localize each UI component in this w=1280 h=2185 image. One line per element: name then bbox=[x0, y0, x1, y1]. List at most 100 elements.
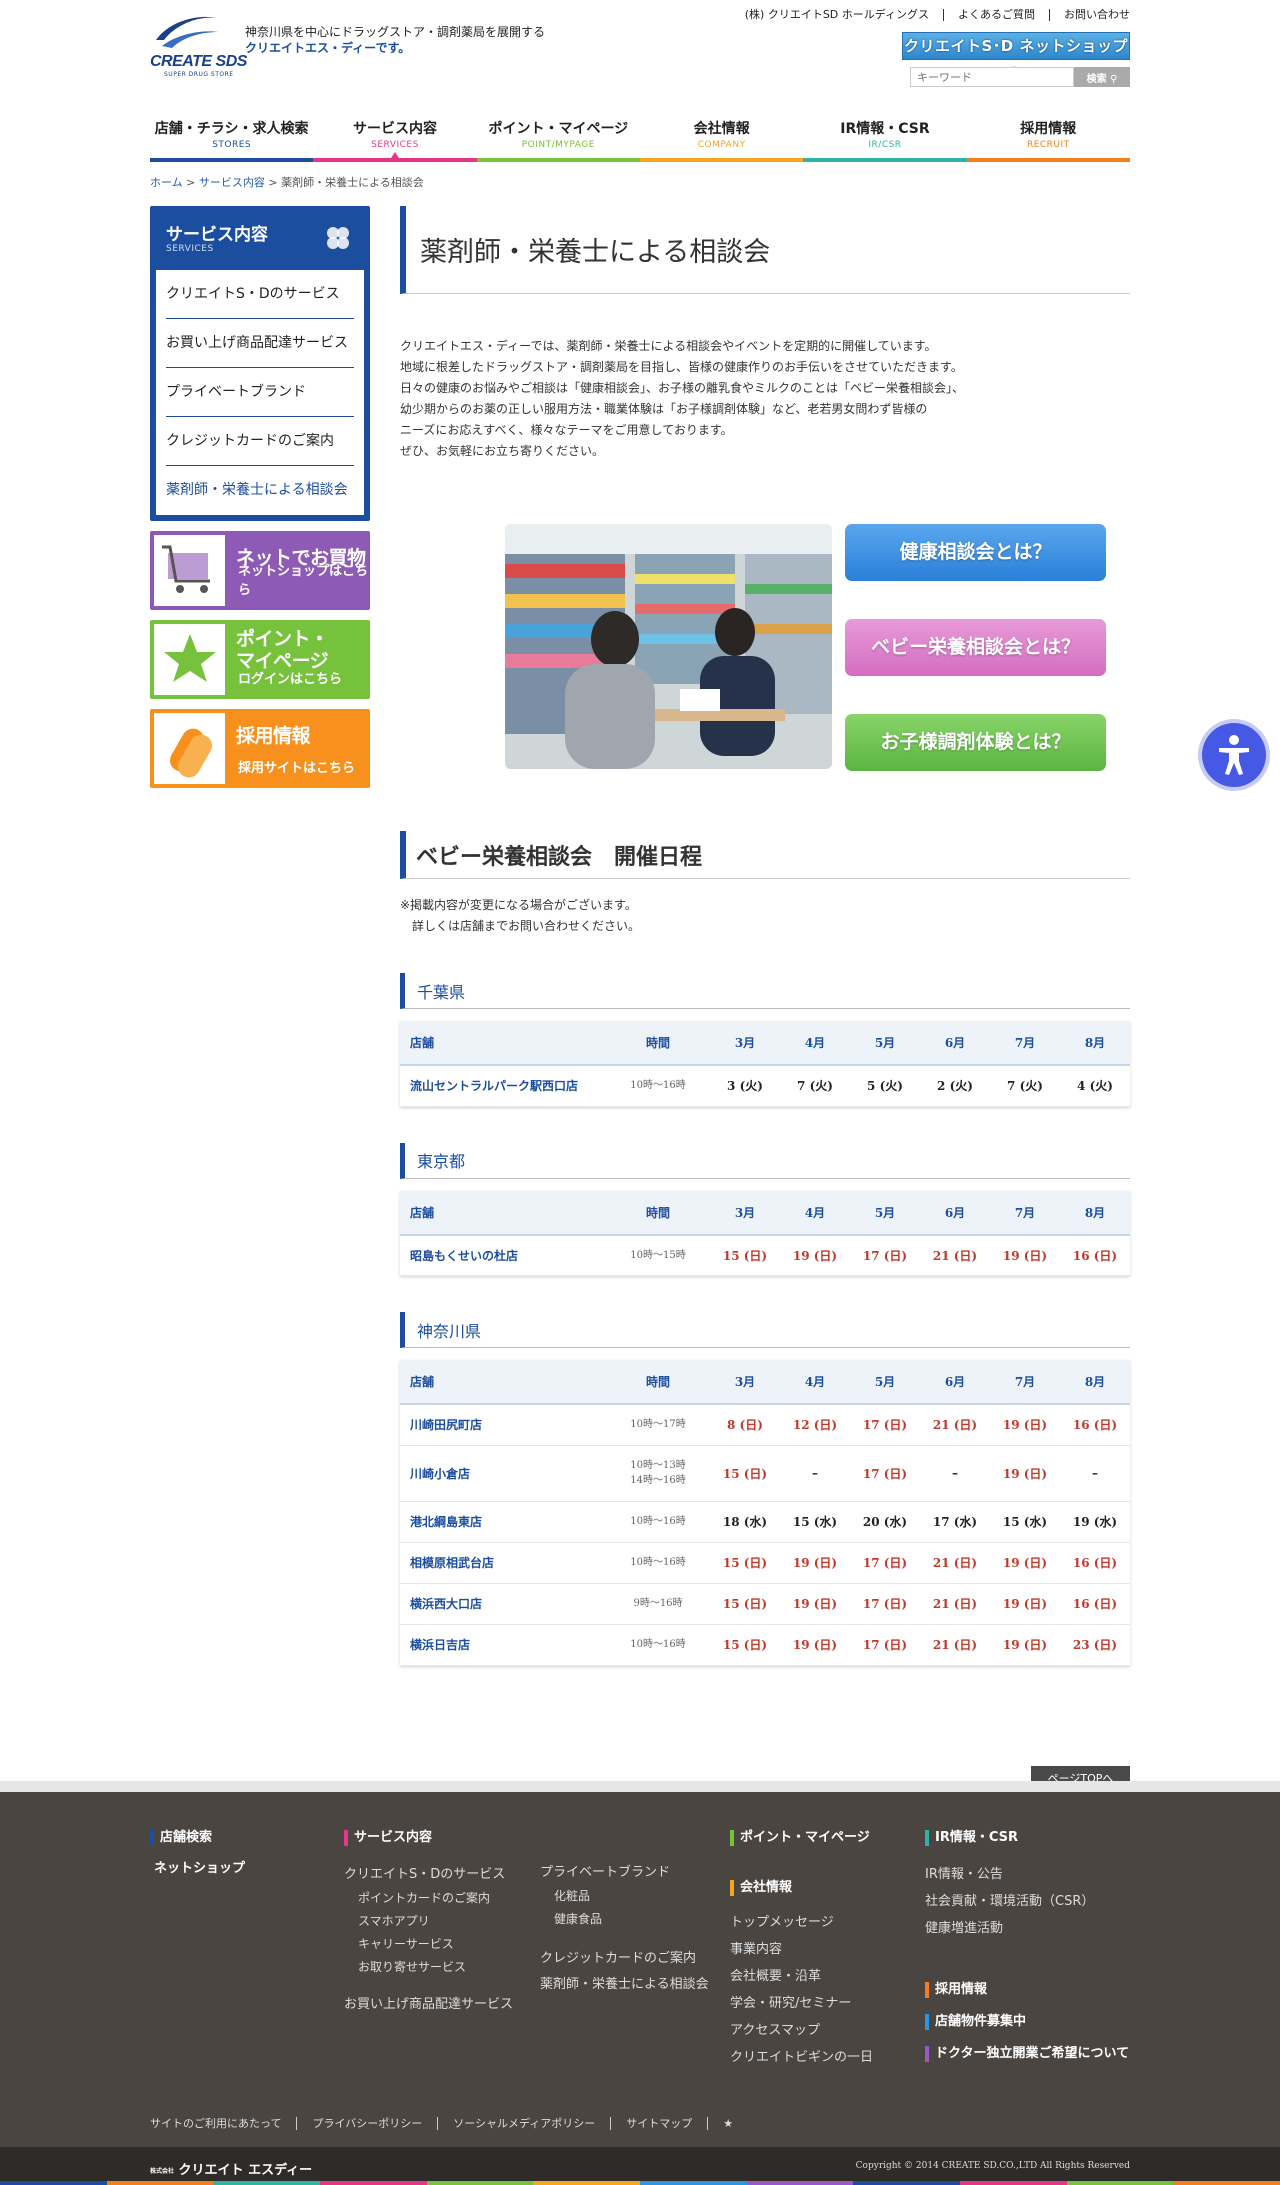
sidebar-item-delivery[interactable]: お買い上げ商品配達サービス bbox=[166, 319, 354, 368]
footer-sublink[interactable]: 化粧品 bbox=[540, 1887, 709, 1905]
promo-buttons: 健康相談会とは？ ベビー栄養相談会とは？ お子様調剤体験とは？ bbox=[845, 524, 1106, 771]
footer-bottom-link[interactable]: サイトのご利用にあたって bbox=[150, 2117, 296, 2130]
footer-link[interactable]: クリエイトS・Dのサービス bbox=[344, 1866, 513, 1884]
search-button[interactable]: 検索 ⚲ bbox=[1074, 67, 1130, 87]
footer-heading[interactable]: 店舗物件募集中 bbox=[925, 2014, 1129, 2030]
footer-link[interactable]: IR情報・公告 bbox=[925, 1866, 1129, 1884]
footer-link[interactable]: 社会貢献・環境活動（CSR） bbox=[925, 1893, 1129, 1911]
footer-heading[interactable]: 採用情報 bbox=[925, 1982, 1129, 1998]
date-cell: 19 (日) bbox=[990, 1234, 1060, 1276]
footer-sublink[interactable]: スマホアプリ bbox=[344, 1912, 513, 1930]
nav-stores[interactable]: 店舗・チラシ・求人検索 STORES bbox=[150, 108, 314, 162]
footer-link[interactable]: トップメッセージ bbox=[730, 1914, 873, 1932]
date-cell: 19 (日) bbox=[990, 1624, 1060, 1666]
footer-sublink[interactable]: ポイントカードのご案内 bbox=[344, 1889, 513, 1907]
intro-line: 幼少期からのお薬の正しい服用方法・職業体験は「お子様調剤体験」など、老若男女問わ… bbox=[400, 402, 928, 416]
store-name[interactable]: 横浜日吉店 bbox=[400, 1624, 606, 1666]
banner-netshop[interactable]: ネットでお買物 ネットショップはこちら bbox=[150, 531, 370, 610]
top-link-holdings[interactable]: (株) クリエイトSD ホールディングス bbox=[731, 9, 943, 21]
sidebar-list: クリエイトS・Dのサービス お買い上げ商品配達サービス プライベートブランド ク… bbox=[156, 270, 364, 515]
breadcrumb-home[interactable]: ホーム bbox=[150, 176, 183, 189]
sidebar-item-services[interactable]: クリエイトS・Dのサービス bbox=[166, 270, 354, 319]
date-cell: 19 (日) bbox=[780, 1234, 850, 1276]
date-cell: 17 (日) bbox=[850, 1234, 920, 1276]
table-header: 6月 bbox=[920, 1360, 990, 1405]
star-icon[interactable]: ★ bbox=[707, 2117, 748, 2130]
footer-bottom-link[interactable]: プライバシーポリシー bbox=[296, 2117, 437, 2130]
footer-link[interactable]: アクセスマップ bbox=[730, 2022, 873, 2040]
date-cell: 15 (日) bbox=[710, 1624, 780, 1666]
footer-bottom-links: サイトのご利用にあたって プライバシーポリシー ソーシャルメディアポリシー サイ… bbox=[150, 2117, 748, 2130]
footer-heading[interactable]: ドクター独立開業ご希望について bbox=[925, 2046, 1129, 2062]
nav-recruit[interactable]: 採用情報 RECRUIT bbox=[966, 108, 1130, 162]
footer-heading[interactable]: 店舗検索 bbox=[150, 1830, 245, 1846]
footer-link[interactable]: 事業内容 bbox=[730, 1941, 873, 1959]
breadcrumb-services[interactable]: サービス内容 bbox=[199, 176, 265, 189]
footer-sublink[interactable]: 健康食品 bbox=[540, 1910, 709, 1928]
banner-title-line1: ポイント・ bbox=[236, 628, 329, 650]
health-consult-button[interactable]: 健康相談会とは？ bbox=[845, 524, 1106, 581]
store-name[interactable]: 昭島もくせいの杜店 bbox=[400, 1234, 606, 1276]
banner-recruit[interactable]: 採用情報 採用サイトはこちら bbox=[150, 709, 370, 788]
footer-sublink[interactable]: お取り寄せサービス bbox=[344, 1958, 513, 1976]
footer-link[interactable]: クレジットカードのご案内 bbox=[540, 1950, 709, 1968]
search-input[interactable] bbox=[910, 67, 1074, 87]
store-name[interactable]: 港北綱島東店 bbox=[400, 1501, 606, 1543]
date-cell: 19 (日) bbox=[780, 1624, 850, 1666]
schedule-table: 店舗 時間 3月 4月 5月 6月 7月 8月 川崎田尻町店 10時～17時 8 (日) 12 (日)… bbox=[400, 1360, 1130, 1666]
banner-point[interactable]: ポイント・ マイページ ログインはこちら bbox=[150, 620, 370, 699]
footer-link[interactable]: お買い上げ商品配達サービス bbox=[344, 1996, 513, 2014]
top-link-contact[interactable]: お問い合わせ bbox=[1049, 9, 1130, 21]
store-name[interactable]: 流山セントラルパーク駅西口店 bbox=[400, 1065, 606, 1107]
sidebar-item-private-brand[interactable]: プライベートブランド bbox=[166, 368, 354, 417]
footer-sublink[interactable]: キャリーサービス bbox=[344, 1935, 513, 1953]
footer-link[interactable]: クリエイトビギンの一日 bbox=[730, 2049, 873, 2067]
table-header: 時間 bbox=[606, 1021, 710, 1066]
store-name[interactable]: 相模原相武台店 bbox=[400, 1542, 606, 1584]
nav-ir[interactable]: IR情報・CSR IR/CSR bbox=[803, 108, 967, 162]
accessibility-icon bbox=[1219, 735, 1249, 775]
store-name[interactable]: 川崎田尻町店 bbox=[400, 1404, 606, 1446]
table-header: 8月 bbox=[1060, 1360, 1130, 1405]
footer-bottom-link[interactable]: ソーシャルメディアポリシー bbox=[437, 2117, 610, 2130]
store-name[interactable]: 横浜西大口店 bbox=[400, 1583, 606, 1625]
tagline: 神奈川県を中心にドラッグストア・調剤薬局を展開する クリエイトエス・ディーです。 bbox=[245, 24, 545, 56]
logo[interactable]: CREATE SDS SUPER DRUG STORE bbox=[150, 10, 247, 78]
kids-dispensing-button[interactable]: お子様調剤体験とは？ bbox=[845, 714, 1106, 771]
nav-services[interactable]: サービス内容 SERVICES bbox=[313, 108, 477, 162]
footer-link[interactable]: 会社概要・沿革 bbox=[730, 1968, 873, 1986]
netshop-button[interactable]: クリエイトS･D ネットショップ へ bbox=[902, 32, 1130, 81]
sidebar-title: サービス内容 bbox=[166, 225, 268, 245]
baby-nutrition-button[interactable]: ベビー栄養相談会とは？ bbox=[845, 619, 1106, 676]
footer-heading[interactable]: ポイント・マイページ bbox=[730, 1830, 873, 1846]
top-link-faq[interactable]: よくあるご質問 bbox=[943, 9, 1049, 21]
footer-heading[interactable]: 会社情報 bbox=[730, 1880, 873, 1896]
footer-link[interactable]: ネットショップ bbox=[150, 1860, 245, 1878]
sidebar-item-credit-card[interactable]: クレジットカードのご案内 bbox=[166, 417, 354, 466]
footer-bottom-link[interactable]: サイトマップ bbox=[610, 2117, 707, 2130]
date-cell: 4 (火) bbox=[1060, 1065, 1130, 1107]
store-name[interactable]: 川崎小倉店 bbox=[400, 1445, 606, 1502]
footer-link[interactable]: 健康増進活動 bbox=[925, 1920, 1129, 1938]
accessibility-button[interactable] bbox=[1202, 723, 1266, 787]
date-cell: 7 (火) bbox=[780, 1065, 850, 1107]
footer-heading[interactable]: サービス内容 bbox=[344, 1830, 513, 1846]
footer-link[interactable]: プライベートブランド bbox=[540, 1864, 709, 1882]
footer-link[interactable]: 薬剤師・栄養士による相談会 bbox=[540, 1976, 709, 1994]
sidebar-item-consultation[interactable]: 薬剤師・栄養士による相談会 bbox=[166, 466, 354, 515]
table-header: 8月 bbox=[1060, 1190, 1130, 1236]
nav-company[interactable]: 会社情報 COMPANY bbox=[639, 108, 804, 162]
date-cell: 2 (火) bbox=[920, 1065, 990, 1107]
date-cell: 17 (日) bbox=[850, 1445, 920, 1502]
date-cell: 15 (日) bbox=[710, 1542, 780, 1584]
date-cell: 12 (日) bbox=[780, 1404, 850, 1446]
nav-label: ポイント・マイページ bbox=[488, 121, 629, 137]
footer-heading[interactable]: IR情報・CSR bbox=[925, 1830, 1129, 1846]
date-cell: 18 (水) bbox=[710, 1501, 780, 1543]
table-header: 7月 bbox=[990, 1360, 1060, 1405]
footer-link[interactable]: 学会・研究/セミナー bbox=[730, 1995, 873, 2013]
nav-point[interactable]: ポイント・マイページ POINT/MYPAGE bbox=[476, 108, 640, 162]
store-hours: 10時～15時 bbox=[606, 1234, 710, 1276]
footer-logo-text: クリエイト エスディー bbox=[178, 2163, 313, 2178]
footer-col-company: ポイント・マイページ 会社情報 トップメッセージ 事業内容 会社概要・沿革 学会… bbox=[730, 1830, 873, 2067]
